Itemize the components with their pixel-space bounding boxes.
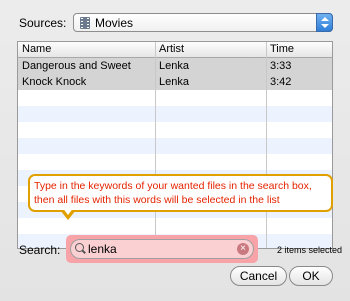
- column-header-name[interactable]: Name: [22, 43, 51, 55]
- cancel-button[interactable]: Cancel: [230, 266, 287, 286]
- sources-select[interactable]: Movies: [73, 13, 333, 32]
- movie-film-icon: [80, 17, 90, 29]
- selection-status: 2 items selected: [277, 245, 343, 255]
- search-icon: [75, 243, 84, 252]
- empty-row: [18, 106, 332, 122]
- callout-tail: [60, 207, 76, 220]
- callout-line-2: then all files with this words will be s…: [34, 194, 280, 206]
- empty-row: [18, 154, 332, 170]
- cell-time: 3:42: [270, 76, 292, 88]
- clear-icon[interactable]: ×: [237, 243, 249, 255]
- empty-row: [18, 122, 332, 138]
- cell-time: 3:33: [270, 60, 292, 72]
- column-header-time[interactable]: Time: [270, 43, 294, 55]
- up-down-arrows-icon[interactable]: [316, 13, 333, 32]
- file-chooser-dialog: Sources: Movies Name Artist Time Dangero…: [0, 0, 350, 301]
- table-header: Name Artist Time: [18, 42, 332, 58]
- table-row[interactable]: Knock Knock Lenka 3:42: [18, 74, 332, 90]
- column-header-artist[interactable]: Artist: [159, 43, 184, 55]
- search-input[interactable]: [88, 241, 228, 257]
- table-row[interactable]: Dangerous and Sweet Lenka 3:33: [18, 58, 332, 74]
- empty-row: [18, 218, 332, 234]
- callout-line-1: Type in the keywords of your wanted file…: [34, 180, 312, 192]
- empty-row: [18, 138, 332, 154]
- sources-label: Sources:: [19, 16, 67, 30]
- cell-artist: Lenka: [159, 76, 189, 88]
- column-divider: [266, 42, 267, 248]
- search-label: Search:: [19, 243, 61, 257]
- cell-name: Knock Knock: [22, 76, 87, 88]
- empty-row: [18, 90, 332, 106]
- column-divider: [155, 42, 156, 248]
- cell-name: Dangerous and Sweet: [22, 60, 131, 72]
- sources-selected-value: Movies: [95, 16, 134, 30]
- cell-artist: Lenka: [159, 60, 189, 72]
- ok-button[interactable]: OK: [289, 266, 333, 286]
- search-field[interactable]: ×: [70, 239, 254, 259]
